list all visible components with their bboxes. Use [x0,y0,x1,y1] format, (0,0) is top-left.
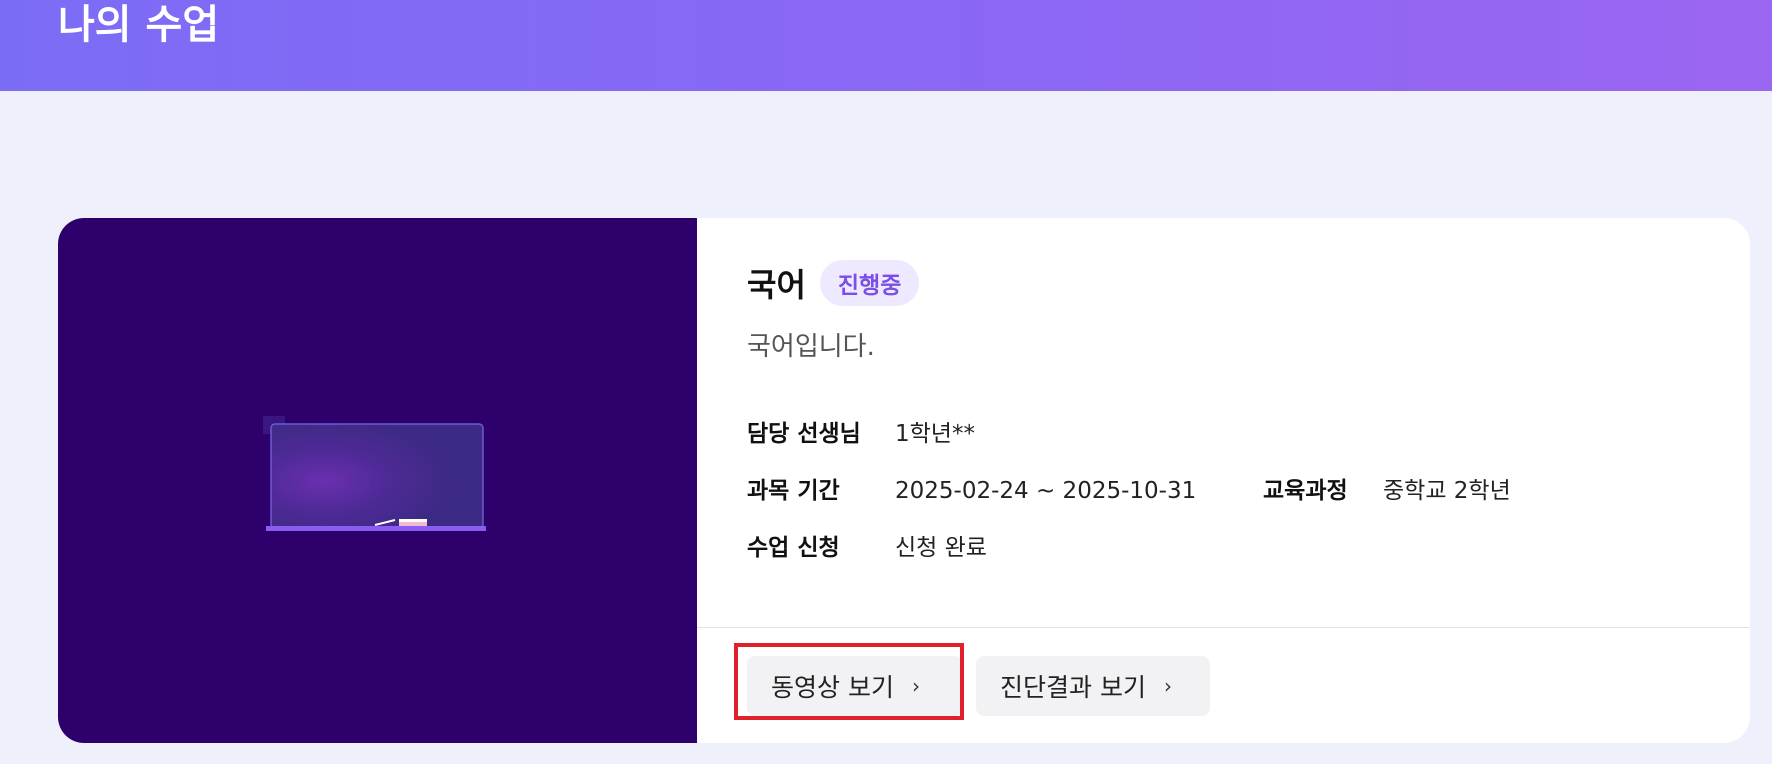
chevron-right-icon: › [911,674,920,698]
enroll-label: 수업 신청 [747,535,840,561]
enroll-value: 신청 완료 [895,535,987,561]
course-card: 국어 진행중 국어입니다. 담당 선생님 1학년** 과목 기간 2025-02… [58,218,1750,743]
meta-row-teacher: 담당 선생님 1학년** [747,419,1747,449]
period-value: 2025-02-24 ~ 2025-10-31 [895,478,1197,504]
divider [697,627,1750,628]
blackboard-illustration [263,416,493,540]
curriculum-value: 중학교 2학년 [1383,478,1511,504]
watch-video-button[interactable]: 동영상 보기 › [747,656,963,716]
meta-row-enroll: 수업 신청 신청 완료 [747,533,1747,563]
status-badge: 진행중 [819,260,920,306]
teacher-value: 1학년** [895,421,975,447]
course-info: 국어 진행중 국어입니다. 담당 선생님 1학년** 과목 기간 2025-02… [697,218,1750,743]
curriculum-label: 교육과정 [1263,478,1348,504]
course-title: 국어 [747,266,806,304]
chevron-right-icon: › [1163,674,1172,698]
course-title-row: 국어 진행중 [747,260,920,306]
page-title: 나의 수업 [58,2,220,48]
view-diagnosis-label: 진단결과 보기 [1000,673,1146,702]
course-thumbnail [58,218,697,743]
view-diagnosis-button[interactable]: 진단결과 보기 › [976,656,1210,716]
course-description: 국어입니다. [747,332,875,362]
page-header: 나의 수업 [0,0,1772,91]
period-label: 과목 기간 [747,478,840,504]
teacher-label: 담당 선생님 [747,421,861,447]
meta-row-period: 과목 기간 2025-02-24 ~ 2025-10-31 교육과정 중학교 2… [747,476,1747,506]
watch-video-label: 동영상 보기 [771,673,894,702]
